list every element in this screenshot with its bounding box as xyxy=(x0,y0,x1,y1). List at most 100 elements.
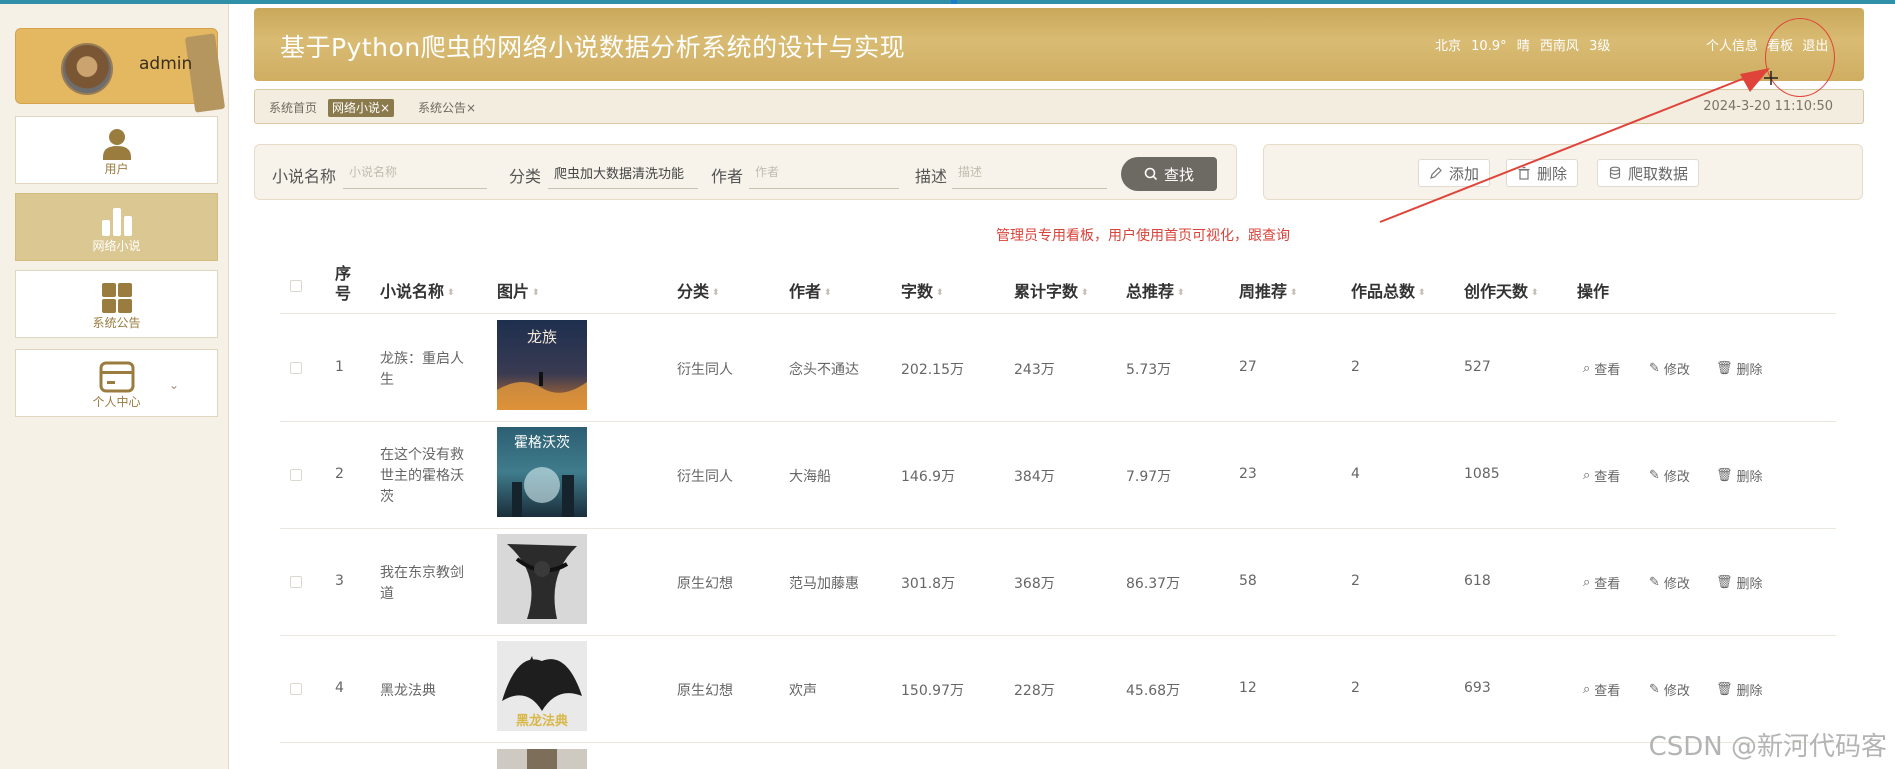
tab-announcements[interactable]: 系统公告× xyxy=(414,99,480,117)
author-input[interactable] xyxy=(749,157,899,189)
sidebar-item-label: 网络小说 xyxy=(92,239,141,253)
view-button[interactable]: ⌕ 查看 xyxy=(1583,680,1620,699)
sort-icon: ⬍ xyxy=(712,287,720,298)
delete-row-button[interactable]: 🗑 删除 xyxy=(1716,466,1763,485)
header-author[interactable]: 作者 ⬍ xyxy=(789,278,832,302)
row-words: 202.15万 xyxy=(901,362,964,378)
header-week-rec-label: 周推荐 xyxy=(1239,282,1288,301)
tab-novels[interactable]: 网络小说× xyxy=(328,99,395,117)
sort-icon: ⬍ xyxy=(936,287,944,298)
delete-label: 删除 xyxy=(1736,363,1763,378)
search-button[interactable]: 查找 xyxy=(1121,157,1217,191)
cover-image[interactable]: 黑龙法典 xyxy=(497,641,587,731)
avatar[interactable] xyxy=(61,43,113,95)
row-days: 527 xyxy=(1464,359,1491,375)
view-label: 查看 xyxy=(1594,684,1621,699)
header-category[interactable]: 分类 ⬍ xyxy=(677,278,720,302)
weather-info: 北京 10.9° 晴 西南风 3级 xyxy=(1435,35,1616,54)
row-total-words: 228万 xyxy=(1014,683,1055,699)
tab-home[interactable]: 系统首页 xyxy=(265,99,321,117)
row-words: 150.97万 xyxy=(901,683,964,699)
sidebar-item-personal-center[interactable]: ⌄ 个人中心 xyxy=(15,349,218,417)
view-label: 查看 xyxy=(1594,363,1621,378)
view-button[interactable]: ⌕ 查看 xyxy=(1583,359,1620,378)
sidebar-item-users[interactable]: 用户 xyxy=(15,116,218,184)
watermark: CSDN @新河代码客 xyxy=(1648,732,1887,762)
table-row: 3 我在东京教剑道 原生幻想 范马加藤惠 301.8万 368万 86.37万 … xyxy=(280,529,1836,636)
row-week-rec: 58 xyxy=(1239,573,1257,589)
search-panel: 小说名称 分类 作者 描述 查找 xyxy=(254,144,1237,200)
cover-image[interactable]: 龙族 xyxy=(497,320,587,410)
row-week-rec: 12 xyxy=(1239,680,1257,696)
edit-button[interactable]: ✎ 修改 xyxy=(1649,573,1690,592)
header-days-label: 创作天数 xyxy=(1464,282,1529,301)
edit-button[interactable]: ✎ 修改 xyxy=(1649,680,1690,699)
sidebar-item-novels[interactable]: 网络小说 xyxy=(15,193,218,261)
row-checkbox[interactable] xyxy=(290,683,302,695)
header-week-rec[interactable]: 周推荐 ⬍ xyxy=(1239,278,1298,302)
delete-row-button[interactable]: 🗑 删除 xyxy=(1716,359,1763,378)
cursor-icon xyxy=(1764,71,1778,85)
header-total-words[interactable]: 累计字数 ⬍ xyxy=(1014,278,1089,302)
row-category: 衍生同人 xyxy=(677,362,733,378)
cover-art: 龙族 xyxy=(497,320,587,410)
svg-text:黑龙法典: 黑龙法典 xyxy=(516,713,568,729)
sidebar-item-label: 用户 xyxy=(104,162,129,176)
delete-row-button[interactable]: 🗑 删除 xyxy=(1716,573,1763,592)
search-icon: ⌕ xyxy=(1583,575,1591,590)
sidebar-item-announcements[interactable]: 系统公告 xyxy=(15,270,218,338)
row-total-rec: 86.37万 xyxy=(1126,576,1181,592)
row-days: 693 xyxy=(1464,680,1491,696)
row-total-words: 243万 xyxy=(1014,362,1055,378)
view-label: 查看 xyxy=(1594,470,1621,485)
pencil-icon: ✎ xyxy=(1649,575,1660,590)
row-days: 1085 xyxy=(1464,466,1500,482)
row-words: 146.9万 xyxy=(901,469,956,485)
row-checkbox[interactable] xyxy=(290,469,302,481)
header-days[interactable]: 创作天数 ⬍ xyxy=(1464,278,1539,302)
cover-image-partial[interactable] xyxy=(497,749,587,769)
header-name[interactable]: 小说名称 ⬍ xyxy=(380,278,455,302)
header-works[interactable]: 作品总数 ⬍ xyxy=(1351,278,1426,302)
row-checkbox[interactable] xyxy=(290,576,302,588)
cover-art xyxy=(497,749,587,769)
page-title: 基于Python爬虫的网络小说数据分析系统的设计与实现 xyxy=(280,33,906,62)
edit-label: 修改 xyxy=(1663,684,1690,699)
sort-icon: ⬍ xyxy=(1418,287,1426,298)
row-total-words: 368万 xyxy=(1014,576,1055,592)
row-name: 在这个没有救世主的霍格沃茨 xyxy=(380,447,464,505)
header-total-rec[interactable]: 总推荐 ⬍ xyxy=(1126,278,1185,302)
description-input[interactable] xyxy=(952,157,1107,189)
personal-info-link[interactable]: 个人信息 xyxy=(1706,39,1758,54)
header-index: 序号 xyxy=(335,264,352,303)
header-name-label: 小说名称 xyxy=(380,282,445,301)
header-image[interactable]: 图片 ⬍ xyxy=(497,278,540,302)
cover-image[interactable]: 霍格沃茨 xyxy=(497,427,587,517)
delete-row-button[interactable]: 🗑 删除 xyxy=(1716,680,1763,699)
sidebar-item-label: 个人中心 xyxy=(92,395,141,409)
header-words[interactable]: 字数 ⬍ xyxy=(901,278,944,302)
weather-condition: 晴 xyxy=(1516,39,1530,54)
cover-image[interactable] xyxy=(497,534,587,624)
sort-icon: ⬍ xyxy=(1531,287,1539,298)
header-works-label: 作品总数 xyxy=(1351,282,1416,301)
table-header: 序号 小说名称 ⬍ 图片 ⬍ 分类 ⬍ 作者 ⬍ 字数 ⬍ 累计字数 ⬍ 总推荐 ⬍ 周推荐 ⬍… xyxy=(280,258,1836,314)
annotation-arrow-icon xyxy=(1379,68,1770,223)
category-input[interactable] xyxy=(548,157,698,189)
row-week-rec: 23 xyxy=(1239,466,1257,482)
cover-art xyxy=(497,534,587,624)
select-all-checkbox[interactable] xyxy=(290,280,302,292)
edit-button[interactable]: ✎ 修改 xyxy=(1649,466,1690,485)
view-button[interactable]: ⌕ 查看 xyxy=(1583,573,1620,592)
svg-text:霍格沃茨: 霍格沃茨 xyxy=(514,435,570,451)
weather-wind: 西南风 xyxy=(1539,39,1579,54)
row-total-rec: 7.97万 xyxy=(1126,469,1172,485)
view-button[interactable]: ⌕ 查看 xyxy=(1583,466,1620,485)
edit-label: 修改 xyxy=(1663,577,1690,592)
svg-text:龙族: 龙族 xyxy=(527,328,557,346)
edit-button[interactable]: ✎ 修改 xyxy=(1649,359,1690,378)
row-checkbox[interactable] xyxy=(290,362,302,374)
novel-name-input[interactable] xyxy=(343,157,487,189)
chevron-down-icon[interactable]: ⌄ xyxy=(169,378,179,392)
header-author-label: 作者 xyxy=(789,282,822,301)
